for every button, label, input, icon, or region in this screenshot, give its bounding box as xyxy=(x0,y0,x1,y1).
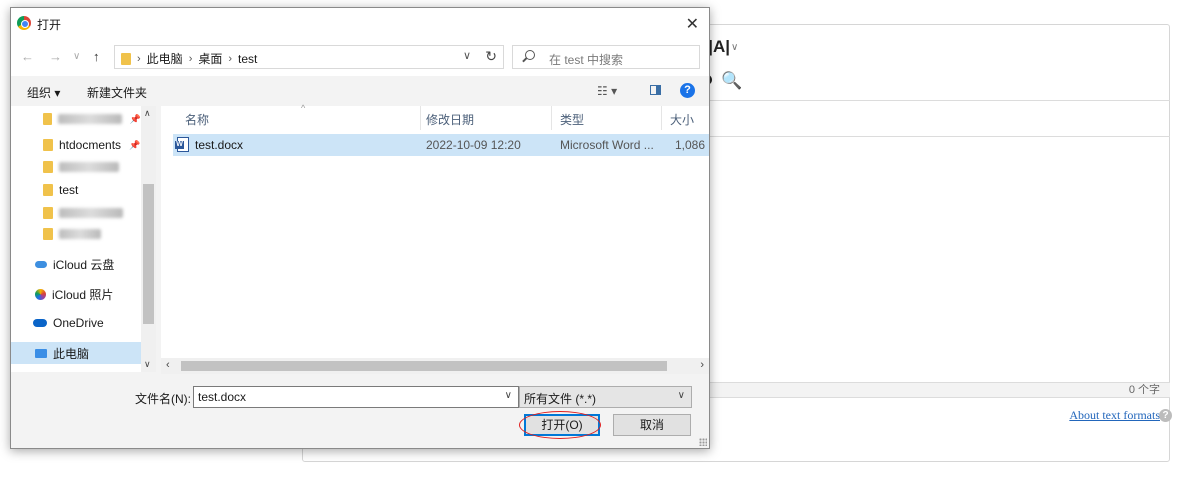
horizontal-scrollbar[interactable]: ‹ › xyxy=(161,358,709,374)
nav-item-blurred[interactable] xyxy=(11,202,141,224)
address-bar: ← → ∨ ↑ › 此电脑 › 桌面 › test ∨ ↻ 在 test 中搜索 xyxy=(11,38,709,76)
nav-item-blurred[interactable] xyxy=(11,223,141,245)
column-header-type[interactable]: 类型 xyxy=(552,106,662,130)
command-bar: 组织 ▾ 新建文件夹 ☷ ▾ ? xyxy=(11,76,709,106)
folder-icon xyxy=(43,228,53,240)
folder-icon xyxy=(121,52,131,65)
folder-icon xyxy=(43,161,53,173)
nav-item-test[interactable]: test xyxy=(11,179,141,201)
chevron-down-icon[interactable]: ∨ xyxy=(505,390,512,401)
file-size: 1,086 xyxy=(675,138,706,152)
nav-item-blurred[interactable] xyxy=(11,156,141,178)
search-icon xyxy=(525,50,535,60)
search-icon[interactable]: 🔍 xyxy=(718,67,745,95)
search-input[interactable]: 在 test 中搜索 xyxy=(512,45,700,69)
refresh-icon[interactable]: ↻ xyxy=(485,48,497,65)
nav-item-blurred[interactable]: 📌 xyxy=(11,108,141,130)
scroll-thumb[interactable] xyxy=(181,361,667,371)
close-icon[interactable]: ✕ xyxy=(686,14,699,34)
scroll-down-icon[interactable]: ∨ xyxy=(144,359,151,370)
folder-icon xyxy=(43,184,53,196)
search-placeholder: 在 test 中搜索 xyxy=(549,53,624,67)
column-header-name[interactable]: ^ 名称 xyxy=(177,103,421,130)
onedrive-icon xyxy=(33,319,47,327)
nav-item-onedrive[interactable]: OneDrive xyxy=(11,312,141,334)
column-header-modified[interactable]: 修改日期 xyxy=(418,106,552,130)
forward-arrow-icon[interactable]: → xyxy=(49,49,62,64)
about-text-formats-link[interactable]: About text formats xyxy=(1069,408,1160,423)
file-name: test.docx xyxy=(195,138,244,152)
this-pc-icon xyxy=(35,348,47,358)
organize-menu[interactable]: 组织 ▾ xyxy=(27,84,60,101)
filename-input[interactable]: test.docx ∨ xyxy=(193,386,519,408)
file-type-select[interactable]: 所有文件 (*.*) ∨ xyxy=(519,386,692,408)
icloud-photos-icon xyxy=(35,288,46,300)
scroll-right-icon[interactable]: › xyxy=(700,359,704,371)
chrome-icon xyxy=(17,16,31,30)
file-list: ^ 名称 修改日期 类型 大小 test.docx 2022-10-09 12:… xyxy=(161,103,709,372)
nav-item-this-pc[interactable]: 此电脑 xyxy=(11,342,141,364)
title-bar: 打开 ✕ xyxy=(11,8,709,38)
nav-item-htdocments[interactable]: htdocments 📌 xyxy=(11,134,141,156)
help-icon[interactable]: ? xyxy=(680,83,695,98)
folder-icon xyxy=(43,207,53,219)
nav-item-icloud-drive[interactable]: iCloud 云盘 xyxy=(11,253,141,275)
folder-icon xyxy=(43,139,53,151)
resize-grip-icon[interactable] xyxy=(699,438,707,446)
recent-locations-icon[interactable]: ∨ xyxy=(73,51,80,62)
navigation-pane: 📌 htdocments 📌 test iCloud 云盘 iCloud 照片 O… xyxy=(11,106,156,372)
dialog-title: 打开 xyxy=(37,18,62,32)
back-arrow-icon[interactable]: ← xyxy=(21,49,34,64)
view-options-icon[interactable]: ☷ ▾ xyxy=(597,84,617,98)
breadcrumb-this-pc[interactable]: 此电脑 xyxy=(147,50,183,67)
scroll-up-icon[interactable]: ∧ xyxy=(144,108,151,119)
column-header-size[interactable]: 大小 xyxy=(662,106,709,130)
chevron-down-icon[interactable]: ∨ xyxy=(463,49,471,62)
nav-scrollbar[interactable]: ∧ ∨ xyxy=(141,106,156,372)
open-button[interactable]: 打开(O) xyxy=(524,414,600,436)
icloud-drive-icon xyxy=(35,260,47,268)
folder-icon xyxy=(43,113,53,125)
nav-item-icloud-photos[interactable]: iCloud 照片 xyxy=(11,283,141,305)
word-document-icon xyxy=(175,137,189,152)
scroll-left-icon[interactable]: ‹ xyxy=(166,359,170,371)
breadcrumb-test[interactable]: test xyxy=(238,52,257,66)
table-row[interactable]: test.docx 2022-10-09 12:20 Microsoft Wor… xyxy=(173,134,709,156)
preview-pane-icon[interactable] xyxy=(650,85,661,95)
sort-caret-icon: ^ xyxy=(301,103,306,113)
text-direction-button[interactable]: |A| ∨ xyxy=(705,33,741,61)
up-arrow-icon[interactable]: ↑ xyxy=(93,49,100,64)
open-file-dialog: 打开 ✕ ← → ∨ ↑ › 此电脑 › 桌面 › test ∨ ↻ 在 tes… xyxy=(10,7,710,449)
filename-label: 文件名(N): xyxy=(135,392,191,406)
chevron-down-icon[interactable]: ∨ xyxy=(678,390,685,401)
file-type: Microsoft Word ... xyxy=(560,138,654,152)
cancel-button[interactable]: 取消 xyxy=(613,414,691,436)
help-icon[interactable]: ? xyxy=(1159,409,1172,422)
pin-icon: 📌 xyxy=(129,113,141,124)
pin-icon: 📌 xyxy=(129,139,141,150)
chevron-right-icon[interactable]: › xyxy=(189,53,193,65)
breadcrumb-desktop[interactable]: 桌面 xyxy=(198,50,222,67)
new-folder-button[interactable]: 新建文件夹 xyxy=(87,84,147,101)
nav-item-network[interactable]: 网络 xyxy=(11,367,141,373)
chevron-right-icon[interactable]: › xyxy=(137,53,141,65)
file-modified: 2022-10-09 12:20 xyxy=(426,138,521,152)
scroll-thumb[interactable] xyxy=(143,184,154,324)
breadcrumb[interactable]: › 此电脑 › 桌面 › test ∨ ↻ xyxy=(114,45,504,69)
chevron-right-icon[interactable]: › xyxy=(228,53,232,65)
